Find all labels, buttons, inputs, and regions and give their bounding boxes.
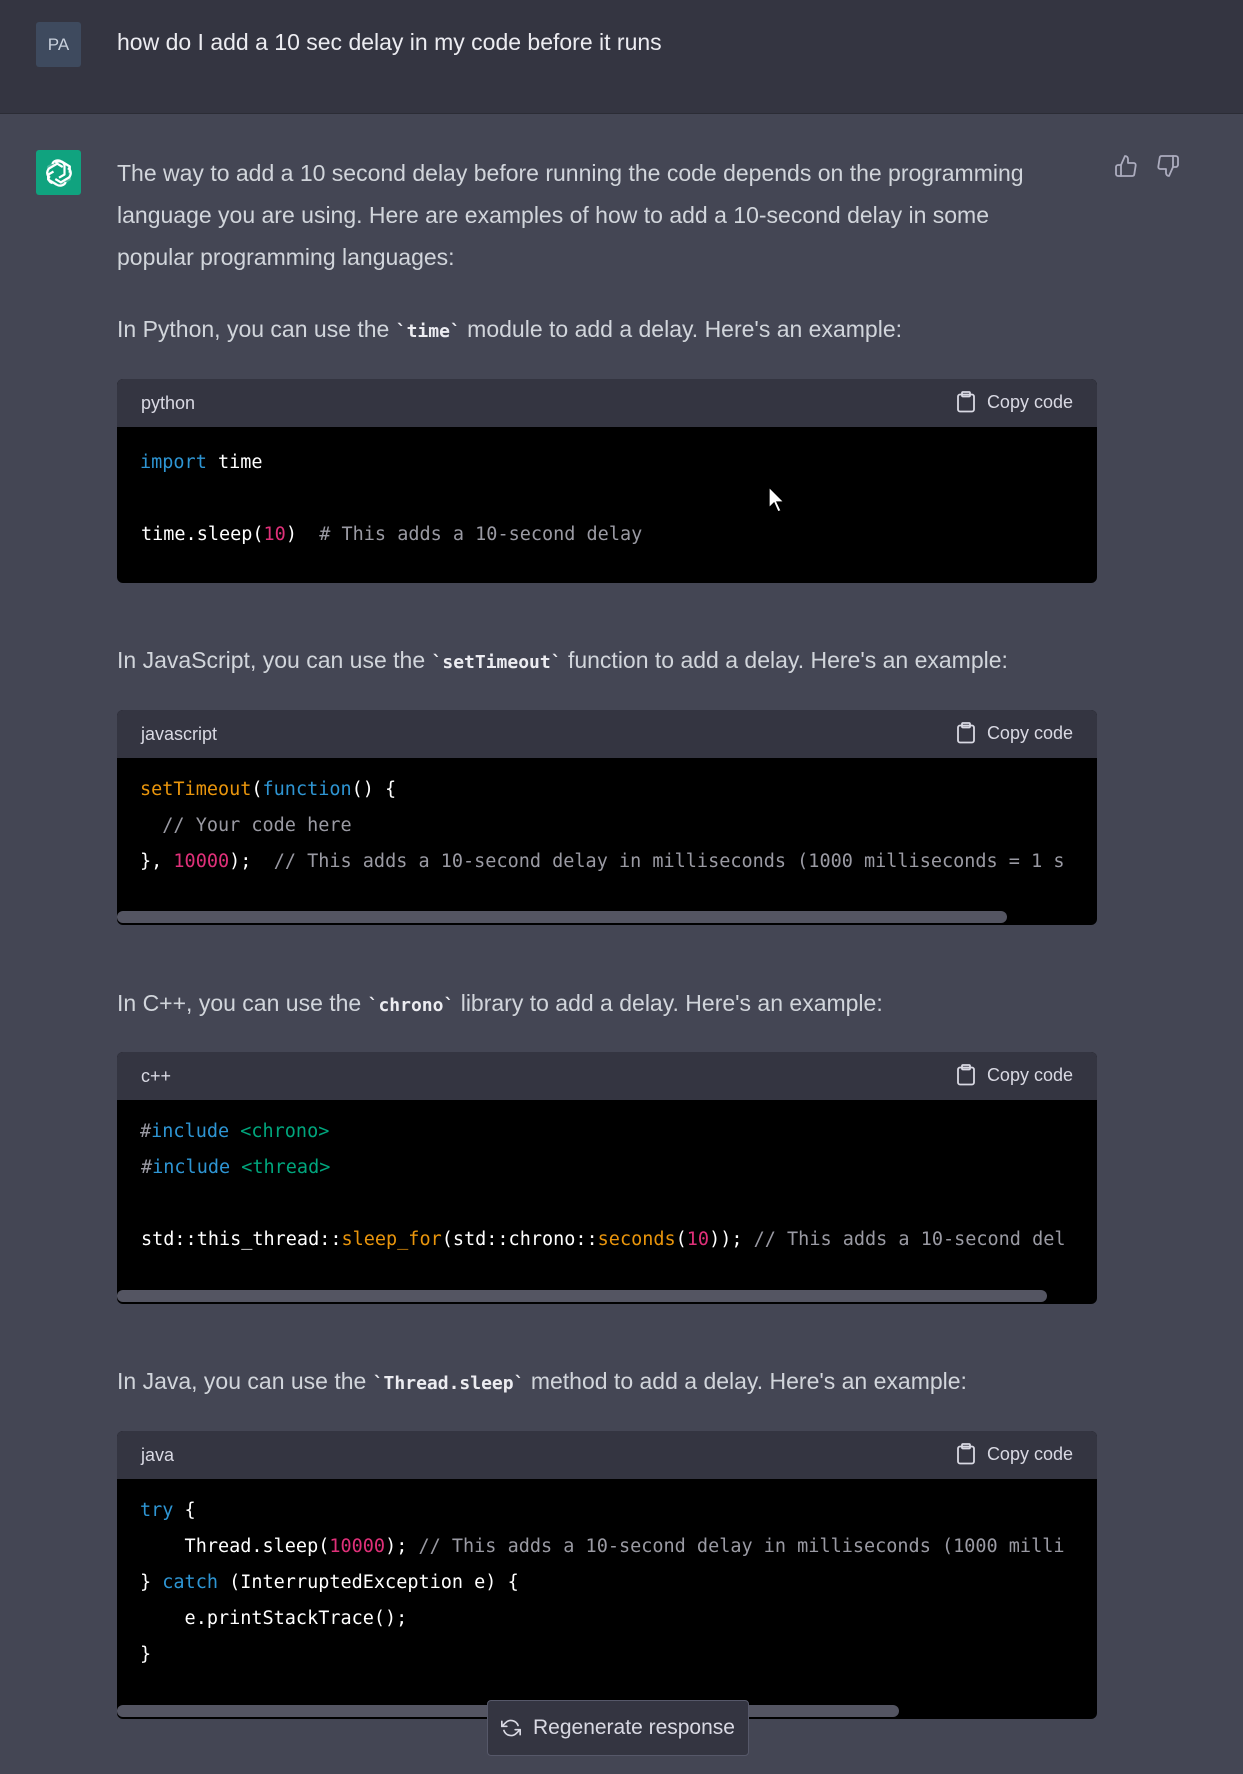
code-language-label: java <box>141 1445 175 1465</box>
inline-code: `chrono` <box>367 995 455 1016</box>
code-block-javascript: javascript Copy code setTimeout(function… <box>117 710 1097 925</box>
code-body: import time time.sleep(10) # This adds a… <box>117 427 1097 583</box>
user-message-row: PA how do I add a 10 sec delay in my cod… <box>0 0 1243 114</box>
intro-text: In JavaScript, you can use the <box>117 647 432 673</box>
code-body: try { Thread.sleep(10000); // This adds … <box>117 1479 1097 1719</box>
user-avatar: PA <box>36 22 81 67</box>
copy-code-button[interactable]: Copy code <box>956 1064 1073 1086</box>
code-line: #include <chrono> <box>140 1121 330 1142</box>
code-line: e.printStackTrace(); <box>140 1608 408 1629</box>
assistant-avatar <box>36 150 81 195</box>
user-message-text: how do I add a 10 sec delay in my code b… <box>117 29 662 55</box>
regenerate-response-button[interactable]: Regenerate response <box>487 1700 749 1756</box>
code-line: std::this_thread::sleep_for(std::chrono:… <box>141 1229 1066 1250</box>
regenerate-response-label: Regenerate response <box>533 1716 735 1739</box>
cpp-intro-text: In C++, you can use the `chrono` library… <box>117 982 1077 1027</box>
code-line: Thread.sleep(10000); // This adds a 10-s… <box>140 1536 1065 1557</box>
copy-code-button[interactable]: Copy code <box>956 391 1073 413</box>
copy-code-label: Copy code <box>986 722 1073 743</box>
assistant-intro-paragraph: The way to add a 10 second delay before … <box>117 152 1077 278</box>
intro-line: popular programming languages: <box>117 244 455 270</box>
horizontal-scrollbar[interactable] <box>117 911 1007 923</box>
code-block-java: java Copy code try { Thread.sleep(10000)… <box>117 1431 1097 1719</box>
intro-text: function to add a delay. Here's an examp… <box>561 647 1008 673</box>
horizontal-scrollbar[interactable] <box>117 1290 1047 1302</box>
intro-line: The way to add a 10 second delay before … <box>117 160 1024 186</box>
clipboard-icon <box>957 722 975 744</box>
copy-code-label: Copy code <box>986 391 1073 412</box>
code-language-label: python <box>141 393 196 413</box>
clipboard-icon <box>957 1064 975 1086</box>
intro-text: In C++, you can use the <box>117 990 368 1016</box>
code-language-label: javascript <box>141 724 218 744</box>
code-line: setTimeout(function() { <box>140 779 397 800</box>
code-line: import time <box>140 452 263 473</box>
javascript-intro-text: In JavaScript, you can use the `setTimeo… <box>117 639 1077 684</box>
openai-logo <box>45 158 72 187</box>
code-block-header: javascript Copy code <box>117 710 1097 758</box>
intro-text: In Python, you can use the <box>117 316 396 342</box>
copy-code-button[interactable]: Copy code <box>956 722 1073 744</box>
code-line: // Your code here <box>140 815 352 836</box>
clipboard-icon <box>957 1443 975 1465</box>
code-line: try { <box>140 1500 196 1521</box>
thumbs-up-button[interactable] <box>1114 154 1138 183</box>
python-intro-text: In Python, you can use the `time` module… <box>117 308 1077 353</box>
refresh-icon <box>501 1719 521 1737</box>
inline-code: `setTimeout` <box>431 652 562 673</box>
java-intro-text: In Java, you can use the `Thread.sleep` … <box>117 1360 1077 1405</box>
code-line: time.sleep(10) # This adds a 10-second d… <box>141 524 643 545</box>
code-language-label: c++ <box>141 1066 172 1086</box>
intro-line: language you are using. Here are example… <box>117 202 989 228</box>
code-line: #include <thread> <box>141 1157 331 1178</box>
copy-code-label: Copy code <box>986 1443 1073 1464</box>
thumbs-down-button[interactable] <box>1156 154 1180 183</box>
intro-text: module to add a delay. Here's an example… <box>460 316 903 342</box>
code-line: } catch (InterruptedException e) { <box>140 1572 519 1593</box>
clipboard-icon <box>957 391 975 413</box>
intro-text: library to add a delay. Here's an exampl… <box>454 990 883 1016</box>
inline-code: `time` <box>395 321 461 342</box>
code-block-python: python Copy code import time time.sleep(… <box>117 379 1097 583</box>
thumbs-up-icon <box>1115 155 1137 177</box>
code-block-header: python Copy code <box>117 379 1097 427</box>
copy-code-label: Copy code <box>986 1064 1073 1085</box>
inline-code: `Thread.sleep` <box>372 1373 525 1394</box>
intro-text: method to add a delay. Here's an example… <box>524 1368 967 1394</box>
intro-text: In Java, you can use the <box>117 1368 373 1394</box>
code-block-header: c++ Copy code <box>117 1052 1097 1100</box>
code-body: #include <chrono> #include <thread> std:… <box>117 1100 1097 1304</box>
code-block-header: java Copy code <box>117 1431 1097 1479</box>
code-block-cpp: c++ Copy code #include <chrono> #include… <box>117 1052 1097 1304</box>
copy-code-button[interactable]: Copy code <box>956 1443 1073 1465</box>
code-line: } <box>140 1644 152 1665</box>
mouse-cursor <box>768 486 786 513</box>
thumbs-down-icon <box>1157 155 1179 177</box>
code-line: }, 10000); // This adds a 10-second dela… <box>140 851 1065 872</box>
code-body: setTimeout(function() { // Your code her… <box>117 758 1097 925</box>
